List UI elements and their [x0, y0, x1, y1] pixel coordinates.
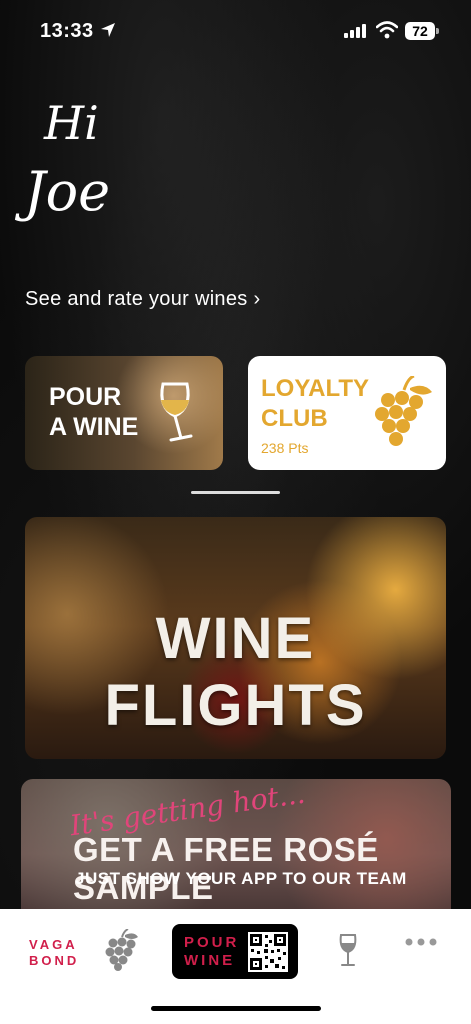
pour-a-wine-label: POUR A WINE [49, 383, 139, 441]
status-bar: 13:33 72 [0, 0, 471, 60]
location-arrow-icon [101, 23, 115, 37]
signal-icon [344, 24, 366, 38]
wine-flights-banner[interactable]: WINE FLIGHTS [25, 517, 446, 759]
greeting-hi: Hi [44, 96, 99, 150]
wine-glass-icon [160, 382, 193, 442]
carousel-page-indicator [191, 491, 280, 494]
tab-vagabond-home[interactable]: VAGA BOND [29, 937, 79, 969]
loyalty-club-label: LOYALTY CLUB [261, 375, 370, 432]
wine-flights-title: WINE FLIGHTS [104, 606, 367, 738]
greeting-name: Joe [24, 160, 111, 223]
more-icon[interactable] [404, 937, 438, 947]
wifi-icon [376, 21, 398, 39]
grapes-icon[interactable] [104, 929, 140, 971]
loyalty-points: 238 Pts [261, 440, 309, 456]
grapes-icon [375, 376, 432, 446]
wine-glass-icon[interactable] [338, 933, 358, 967]
promo-subtitle: JUST SHOW YOUR APP TO OUR TEAM [75, 869, 407, 888]
loyalty-club-card[interactable]: LOYALTY CLUB 238 Pts [248, 356, 446, 470]
home-indicator[interactable] [151, 1006, 321, 1011]
pour-a-wine-card[interactable]: POUR A WINE [25, 356, 223, 470]
qr-code-icon [248, 932, 288, 972]
see-and-rate-link[interactable]: See and rate your wines › [25, 288, 260, 311]
status-time: 13:33 [40, 20, 94, 42]
pour-wine-label: POUR WINE [184, 934, 240, 969]
rose-sample-promo-banner[interactable]: It's getting hot... GET A FREE ROSÉ SAMP… [21, 779, 451, 929]
greeting: Hi Joe [24, 96, 154, 256]
pour-wine-button[interactable]: POUR WINE [172, 924, 298, 979]
battery-indicator: 72 [405, 22, 439, 40]
